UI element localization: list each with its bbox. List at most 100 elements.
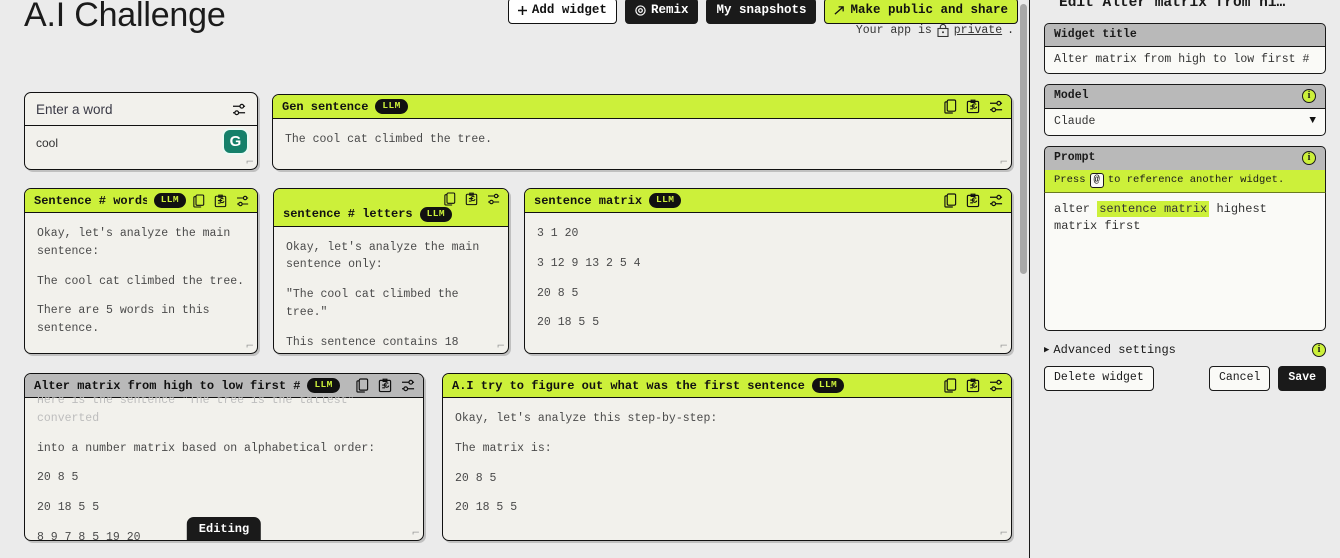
- plus-icon: [517, 5, 527, 15]
- widget-header: A.I try to figure out what was the first…: [443, 374, 1011, 398]
- duplicate-icon[interactable]: [944, 193, 957, 208]
- widget-title-value: Alter matrix from high to low first #: [1054, 52, 1310, 66]
- settings-sliders-icon[interactable]: [236, 195, 250, 207]
- duplicate-icon[interactable]: [944, 378, 957, 393]
- grammarly-icon[interactable]: G: [224, 130, 247, 153]
- triangle-right-icon: ▶: [1044, 344, 1050, 355]
- widget-body: Okay, let's analyze the main sentence: T…: [25, 213, 257, 353]
- privacy-prefix: Your app is: [855, 24, 932, 37]
- my-snapshots-label: My snapshots: [716, 3, 807, 17]
- history-snapshot-icon[interactable]: [465, 192, 478, 206]
- arrow-share-icon: [834, 5, 845, 15]
- app-canvas: A.I Challenge Add widget Remix My snapsh…: [0, 0, 1028, 558]
- resize-handle[interactable]: ⌐: [246, 158, 254, 168]
- widget-actions: [444, 192, 501, 206]
- field-label: Widget title: [1044, 22, 1326, 46]
- widget-actions: [944, 378, 1004, 393]
- my-snapshots-button[interactable]: My snapshots: [706, 0, 817, 24]
- widget-line: Okay, let's analyze the main sentence on…: [286, 240, 480, 272]
- widget-alter-matrix[interactable]: Alter matrix from high to low first # LL…: [24, 373, 424, 541]
- matrix-row: 3 12 9 13 2 5 4: [537, 256, 641, 270]
- widget-sentence-letters[interactable]: sentence # letters LLM Okay, let's analy…: [273, 188, 509, 354]
- widget-sentence-words[interactable]: Sentence # words LLM Okay, let's analyze…: [24, 188, 258, 354]
- prompt-hint: Press @ to reference another widget.: [1044, 169, 1326, 193]
- prompt-textarea[interactable]: alter sentence matrix highest matrix fir…: [1044, 192, 1326, 331]
- widget-actions: [193, 193, 250, 208]
- resize-handle[interactable]: ⌐: [1000, 529, 1008, 539]
- widget-title: Gen sentence: [282, 99, 369, 114]
- history-snapshot-icon[interactable]: [966, 193, 980, 208]
- widget-title-input[interactable]: Alter matrix from high to low first #: [1044, 45, 1326, 74]
- widget-title: A.I try to figure out what was the first…: [452, 378, 805, 393]
- matrix-row: 20 8 5: [455, 471, 497, 485]
- settings-sliders-icon[interactable]: [232, 103, 247, 116]
- widget-gen-sentence[interactable]: Gen sentence LLM The cool cat climbed th…: [272, 94, 1012, 170]
- settings-sliders-icon[interactable]: [487, 193, 501, 205]
- chevron-down-icon: ▼: [1309, 115, 1316, 128]
- advanced-settings-toggle[interactable]: ▶ Advanced settings i: [1044, 342, 1326, 357]
- make-public-label: Make public and share: [850, 3, 1008, 17]
- history-snapshot-icon[interactable]: [966, 378, 980, 393]
- delete-widget-button[interactable]: Delete widget: [1044, 365, 1154, 392]
- duplicate-icon[interactable]: [944, 99, 957, 114]
- matrix-row: 3 1 20: [537, 227, 579, 240]
- page-title: A.I Challenge: [24, 0, 226, 34]
- history-snapshot-icon[interactable]: [966, 99, 980, 114]
- widget-title: sentence matrix: [534, 193, 643, 208]
- field-label: Prompt i: [1044, 145, 1326, 170]
- remix-button[interactable]: Remix: [624, 0, 699, 24]
- add-widget-button[interactable]: Add widget: [507, 0, 617, 24]
- widget-title: sentence # letters: [283, 207, 413, 222]
- widget-body: Okay, let's analyze this step-by-step: T…: [443, 398, 1011, 540]
- widget-line: There are 5 words in this sentence.: [37, 304, 210, 336]
- widget-header: sentence matrix LLM: [525, 189, 1011, 213]
- privacy-suffix: .: [1007, 24, 1014, 37]
- widget-sentence-matrix[interactable]: sentence matrix LLM 3 1 20 3 12 9 13 2 5…: [524, 188, 1012, 354]
- resize-handle[interactable]: ⌐: [246, 342, 254, 352]
- word-input-field[interactable]: cool G: [25, 126, 257, 169]
- edit-widget-panel: Edit Alter matrix from hi… Widget title …: [1029, 0, 1340, 558]
- canvas-scrollbar[interactable]: [1019, 0, 1028, 558]
- widget-line: This sentence contains 18: [286, 335, 459, 349]
- widget-first-sentence[interactable]: A.I try to figure out what was the first…: [442, 373, 1012, 541]
- info-icon[interactable]: i: [1302, 88, 1316, 103]
- remix-icon: [635, 5, 646, 16]
- settings-sliders-icon[interactable]: [989, 379, 1004, 392]
- matrix-row: 20 18 5 5: [537, 316, 600, 330]
- widget-title-row: sentence # letters LLM: [283, 207, 501, 222]
- make-public-button[interactable]: Make public and share: [824, 0, 1018, 24]
- resize-handle[interactable]: ⌐: [1000, 158, 1008, 168]
- resize-handle[interactable]: ⌐: [412, 529, 420, 539]
- widget-line: Okay, let's analyze the main sentence:: [37, 227, 231, 258]
- widget-line: The cool cat climbed the tree.: [37, 274, 245, 288]
- widget-reference-chip[interactable]: sentence matrix: [1097, 200, 1210, 217]
- widget-title-label: Widget title: [1054, 27, 1137, 41]
- resize-handle[interactable]: ⌐: [1000, 342, 1008, 352]
- matrix-row: 20 8 5: [37, 471, 79, 485]
- widget-header: Gen sentence LLM: [273, 95, 1011, 119]
- info-icon[interactable]: i: [1312, 342, 1326, 357]
- field-label: Model i: [1044, 83, 1326, 108]
- cancel-button[interactable]: Cancel: [1208, 365, 1271, 392]
- scrollbar-thumb[interactable]: [1020, 4, 1027, 274]
- save-button[interactable]: Save: [1278, 365, 1326, 392]
- info-icon[interactable]: i: [1302, 150, 1316, 165]
- settings-sliders-icon[interactable]: [989, 100, 1004, 113]
- widget-line: Okay, let's analyze this step-by-step:: [455, 412, 718, 425]
- widget-line: into a number matrix based on alphabetic…: [37, 441, 376, 455]
- llm-badge: LLM: [375, 99, 408, 114]
- duplicate-icon[interactable]: [444, 192, 456, 206]
- resize-handle[interactable]: ⌐: [497, 342, 505, 352]
- status-badge-editing: Editing: [186, 517, 262, 540]
- widget-body: Okay, let's analyze the main sentence on…: [274, 227, 508, 354]
- prompt-hint-before: Press: [1054, 174, 1086, 187]
- privacy-link[interactable]: private: [954, 24, 1002, 37]
- widget-enter-a-word[interactable]: Enter a word cool G ⌐: [24, 92, 258, 170]
- widget-line: "The cool cat climbed the tree.": [286, 288, 459, 319]
- settings-sliders-icon[interactable]: [989, 194, 1004, 207]
- duplicate-icon[interactable]: [193, 193, 205, 208]
- matrix-row: 20 18 5 5: [455, 501, 518, 515]
- history-snapshot-icon[interactable]: [214, 194, 227, 208]
- llm-badge: LLM: [419, 207, 452, 222]
- model-select[interactable]: Claude ▼: [1044, 107, 1326, 136]
